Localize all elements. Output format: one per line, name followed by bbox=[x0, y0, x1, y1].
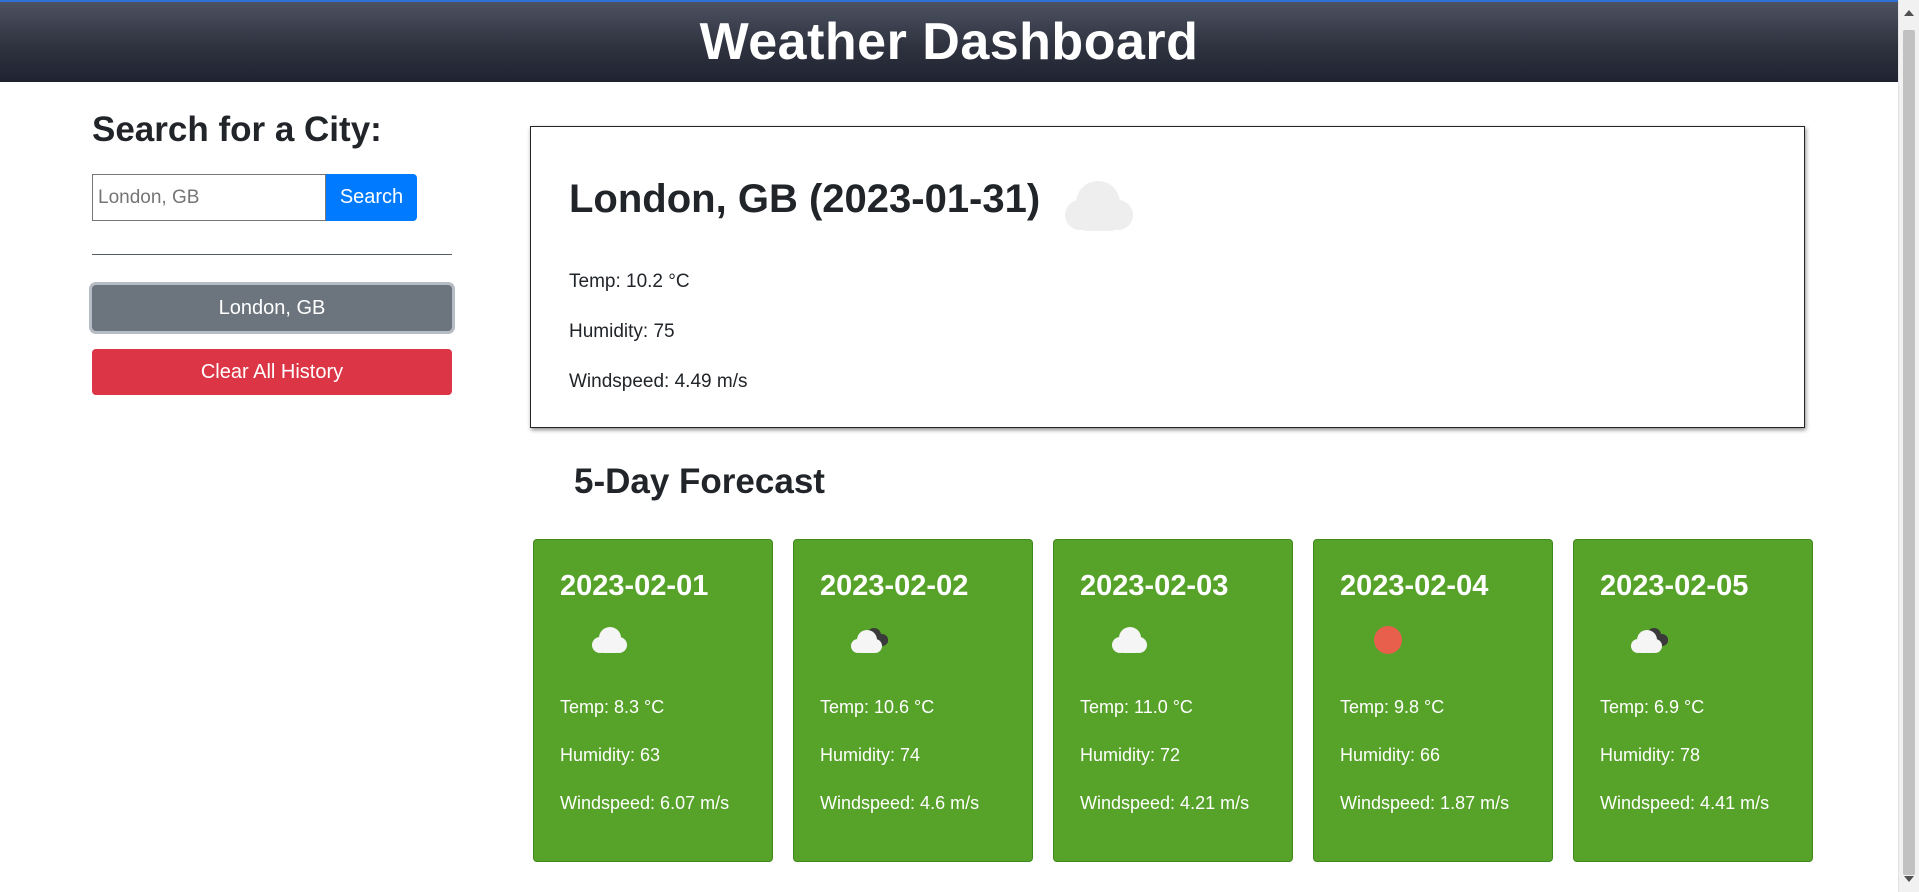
broken-clouds-icon bbox=[1631, 628, 1668, 653]
scroll-thumb[interactable] bbox=[1903, 30, 1915, 875]
forecast-heading: 5-Day Forecast bbox=[574, 462, 825, 501]
sidebar-divider bbox=[92, 254, 452, 255]
search-button[interactable]: Search bbox=[326, 174, 417, 221]
forecast-temp: Temp: 9.8 °C bbox=[1340, 697, 1445, 717]
forecast-windspeed: Windspeed: 6.07 m/s bbox=[560, 793, 730, 813]
current-temp: Temp: 10.2 °C bbox=[569, 271, 690, 292]
forecast-humidity: Humidity: 74 bbox=[820, 745, 921, 765]
forecast-temp: Temp: 10.6 °C bbox=[820, 697, 935, 717]
forecast-windspeed: Windspeed: 4.41 m/s bbox=[1600, 793, 1770, 813]
forecast-card: 2023-02-05 Temp: 6.9 °C Humidity: 78 Win… bbox=[1573, 539, 1813, 862]
forecast-card: 2023-02-03 Temp: 11.0 °C Humidity: 72 Wi… bbox=[1053, 539, 1293, 862]
scroll-up-icon[interactable] bbox=[1904, 10, 1914, 16]
forecast-temp: Temp: 8.3 °C bbox=[560, 697, 665, 717]
current-humidity: Humidity: 75 bbox=[569, 321, 675, 342]
history-item-london[interactable]: London, GB bbox=[92, 285, 452, 331]
search-row: Search bbox=[92, 174, 417, 221]
current-windspeed: Windspeed: 4.49 m/s bbox=[569, 371, 748, 392]
sun-icon bbox=[1374, 626, 1402, 654]
forecast-humidity: Humidity: 72 bbox=[1080, 745, 1181, 765]
forecast-windspeed: Windspeed: 1.87 m/s bbox=[1340, 793, 1510, 813]
current-city-title: London, GB (2023-01-31) bbox=[569, 177, 1041, 221]
forecast-card: 2023-02-01 Temp: 8.3 °C Humidity: 63 Win… bbox=[533, 539, 773, 862]
forecast-card: 2023-02-02 Temp: 10.6 °C Humidity: 74 Wi… bbox=[793, 539, 1033, 862]
city-search-input[interactable] bbox=[92, 174, 326, 221]
clear-history-button[interactable]: Clear All History bbox=[92, 349, 452, 395]
cloud-icon bbox=[592, 627, 627, 653]
forecast-humidity: Humidity: 63 bbox=[560, 745, 661, 765]
page-header: Weather Dashboard bbox=[0, 0, 1898, 82]
search-sidebar: Search for a City: Search London, GB Cle… bbox=[92, 110, 452, 395]
forecast-date: 2023-02-03 bbox=[1080, 570, 1229, 602]
cloud-icon bbox=[1112, 627, 1147, 653]
forecast-windspeed: Windspeed: 4.6 m/s bbox=[820, 793, 980, 813]
forecast-temp: Temp: 11.0 °C bbox=[1080, 697, 1193, 717]
current-weather-card: London, GB (2023-01-31) Temp: 10.2 °C Hu… bbox=[530, 126, 1805, 428]
forecast-date: 2023-02-04 bbox=[1340, 570, 1489, 602]
forecast-windspeed: Windspeed: 4.21 m/s bbox=[1080, 793, 1250, 813]
broken-clouds-icon bbox=[851, 628, 888, 653]
forecast-humidity: Humidity: 78 bbox=[1600, 745, 1701, 765]
page-title: Weather Dashboard bbox=[699, 13, 1199, 71]
search-heading: Search for a City: bbox=[92, 110, 382, 149]
page-scrollbar[interactable] bbox=[1898, 0, 1919, 892]
cloud-icon bbox=[1065, 181, 1133, 231]
forecast-date: 2023-02-01 bbox=[560, 570, 709, 602]
forecast-date: 2023-02-05 bbox=[1600, 570, 1749, 602]
forecast-date: 2023-02-02 bbox=[820, 570, 969, 602]
forecast-card: 2023-02-04 Temp: 9.8 °C Humidity: 66 Win… bbox=[1313, 539, 1553, 862]
forecast-humidity: Humidity: 66 bbox=[1340, 745, 1441, 765]
scroll-down-icon[interactable] bbox=[1904, 876, 1914, 882]
forecast-temp: Temp: 6.9 °C bbox=[1600, 697, 1705, 717]
